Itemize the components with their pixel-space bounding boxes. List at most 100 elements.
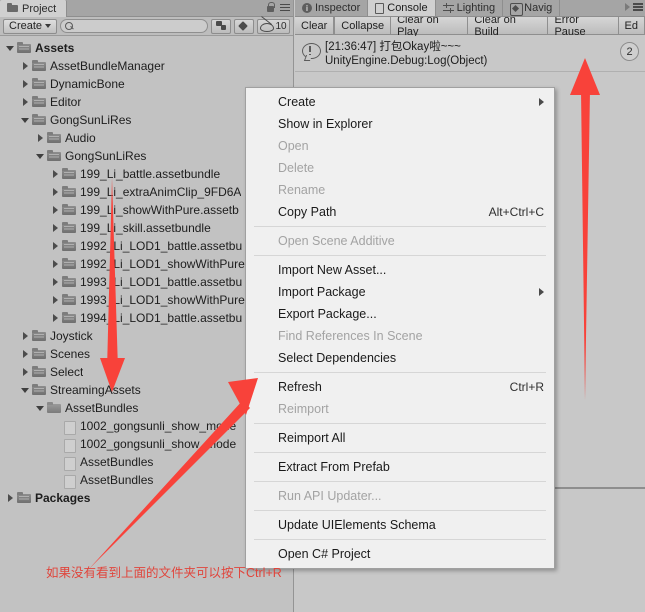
tree-row-label: GongSunLiRes (65, 149, 147, 163)
menu-item-label: Select Dependencies (278, 351, 397, 365)
menu-item-open-c-project[interactable]: Open C# Project (246, 543, 554, 565)
tree-row-label: 1992_Li_LOD1_battle.assetbu (80, 239, 243, 253)
menu-item-label: Delete (278, 161, 315, 175)
submenu-chevron-right-icon (539, 288, 544, 296)
chevron-right-icon[interactable] (19, 93, 31, 111)
chevron-right-icon[interactable] (19, 327, 31, 345)
menu-item-show-in-explorer[interactable]: Show in Explorer (246, 113, 554, 135)
menu-item-import-package[interactable]: Import Package (246, 281, 554, 303)
chevron-right-icon[interactable] (49, 165, 61, 183)
tab-inspector[interactable]: i Inspector (295, 0, 369, 16)
chevron-down-icon[interactable] (34, 147, 46, 165)
menu-item-label: Copy Path (278, 205, 337, 219)
file-icon (61, 456, 77, 471)
menu-item-label: Open Scene Additive (278, 234, 395, 248)
menu-item-label: Refresh (278, 380, 322, 394)
create-button[interactable]: Create (3, 18, 58, 34)
chevron-right-icon[interactable] (19, 345, 31, 363)
console-doc-icon (375, 2, 385, 14)
project-tabbar-controls (266, 2, 290, 13)
tree-row-label: 199_Li_extraAnimClip_9FD6A (80, 185, 242, 199)
tab-lighting[interactable]: Lighting (436, 0, 504, 16)
assetbundle-filter-button[interactable] (211, 18, 231, 34)
chevron-right-icon[interactable] (19, 363, 31, 381)
chevron-down-icon[interactable] (34, 399, 46, 417)
menu-separator (254, 539, 546, 540)
search-input[interactable] (73, 19, 207, 33)
chevron-right-icon[interactable] (4, 489, 16, 507)
menu-item-export-package[interactable]: Export Package... (246, 303, 554, 325)
tab-project[interactable]: Project (0, 0, 68, 17)
clear-on-play-button[interactable]: Clear on Play (391, 14, 469, 38)
tree-row[interactable]: Assets (0, 39, 293, 57)
folder-icon (7, 3, 18, 14)
info-log-icon (301, 43, 321, 63)
chevron-right-icon[interactable] (49, 255, 61, 273)
chevron-right-icon[interactable] (34, 129, 46, 147)
menu-item-update-uielements-schema[interactable]: Update UIElements Schema (246, 514, 554, 536)
folder-icon (31, 59, 47, 73)
menu-item-run-api-updater: Run API Updater... (246, 485, 554, 507)
search-icon (65, 21, 74, 31)
error-pause-button[interactable]: Error Pause (548, 14, 619, 38)
label-filter-button[interactable] (234, 18, 254, 34)
menu-item-extract-from-prefab[interactable]: Extract From Prefab (246, 456, 554, 478)
chevron-right-icon[interactable] (19, 57, 31, 75)
chevron-right-icon[interactable] (49, 201, 61, 219)
chevron-right-icon[interactable] (49, 309, 61, 327)
project-toolbar: Create 10 (0, 17, 293, 36)
editor-button[interactable]: Ed (618, 17, 645, 34)
folder-icon (31, 347, 47, 361)
clear-on-build-button[interactable]: Clear on Build (468, 14, 549, 38)
tree-row-label: AssetBundles (65, 401, 139, 415)
chevron-down-icon[interactable] (19, 111, 31, 129)
tree-row-label: 199_Li_skill.assetbundle (80, 221, 211, 235)
chevron-right-icon[interactable] (49, 273, 61, 291)
tab-console[interactable]: Console (368, 0, 436, 16)
menu-item-copy-path[interactable]: Copy Path Alt+Ctrl+C (246, 201, 554, 223)
visibility-toggle-button[interactable]: 10 (257, 18, 290, 34)
console-log-count-badge: 2 (620, 42, 639, 61)
clear-button[interactable]: Clear (295, 17, 335, 34)
console-log-entry[interactable]: [21:36:47] 打包Okay啦~~~ UnityEngine.Debug:… (295, 36, 645, 72)
folder-icon (61, 167, 77, 181)
asset-context-menu[interactable]: Create Show in Explorer Open Delete Rename Co… (245, 87, 555, 569)
tree-row[interactable]: AssetBundleManager (0, 57, 293, 75)
menu-item-reimport-all[interactable]: Reimport All (246, 427, 554, 449)
tree-row-label: Editor (50, 95, 82, 109)
chevron-right-icon[interactable] (19, 75, 31, 93)
file-icon (61, 420, 77, 435)
menu-item-import-new-asset[interactable]: Import New Asset... (246, 259, 554, 281)
chevron-down-icon[interactable] (4, 39, 16, 57)
lock-icon[interactable] (266, 2, 275, 13)
chevron-right-icon[interactable] (49, 291, 61, 309)
chevron-right-icon[interactable] (49, 183, 61, 201)
menu-item-create[interactable]: Create (246, 91, 554, 113)
chevron-down-icon[interactable] (19, 381, 31, 399)
project-tabbar: Project (0, 0, 293, 17)
chevron-down-icon (45, 24, 52, 28)
menu-item-label: Import New Asset... (278, 263, 387, 277)
menu-item-select-dependencies[interactable]: Select Dependencies (246, 347, 554, 369)
menu-item-label: Run API Updater... (278, 489, 382, 503)
menu-item-label: Extract From Prefab (278, 460, 390, 474)
hamburger-menu-icon[interactable] (633, 3, 643, 11)
chevron-right-icon[interactable] (49, 219, 61, 237)
collapse-button[interactable]: Collapse (334, 17, 392, 34)
unity-editor-screenshot: Project Create 10 Assets AssetBundleMana… (0, 0, 645, 612)
folder-icon (31, 113, 47, 127)
chevron-right-icon[interactable] (49, 237, 61, 255)
search-field[interactable] (60, 19, 208, 33)
chevron-right-icon[interactable] (625, 3, 630, 11)
tree-row-label: Select (50, 365, 84, 379)
hamburger-menu-icon[interactable] (280, 3, 290, 12)
tree-row-label: StreamingAssets (50, 383, 141, 397)
tab-lighting-label: Lighting (456, 2, 496, 14)
menu-item-shortcut: Ctrl+R (509, 380, 544, 394)
menu-item-refresh[interactable]: Refresh Ctrl+R (246, 376, 554, 398)
tab-navigation[interactable]: Navig (503, 0, 561, 16)
menu-item-find-references-in-scene: Find References In Scene (246, 325, 554, 347)
